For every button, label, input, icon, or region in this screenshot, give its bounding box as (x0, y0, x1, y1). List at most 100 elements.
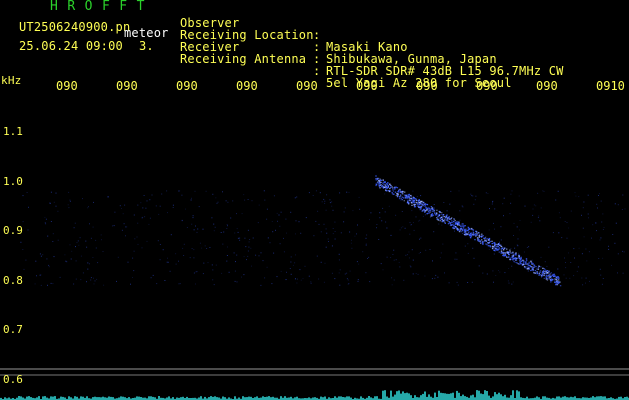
noise-pixel (357, 224, 358, 226)
noise-pixel (415, 273, 417, 274)
noise-pixel (458, 190, 460, 192)
meteor-pixel (509, 249, 511, 251)
noise-pixel (347, 279, 349, 281)
signal-strength-baseline (0, 390, 629, 400)
noise-pixel (621, 209, 623, 210)
meteor-pixel (512, 254, 514, 256)
meteor-pixel (554, 280, 556, 282)
noise-pixel (95, 247, 97, 249)
noise-pixel (77, 240, 79, 242)
noise-pixel (142, 207, 144, 209)
time-tick-label: 090 (56, 79, 78, 93)
noise-pixel (499, 271, 501, 273)
meteor-pixel (421, 210, 423, 212)
noise-pixel (381, 220, 383, 222)
meteor-pixel (529, 265, 531, 267)
noise-pixel (144, 216, 146, 218)
noise-pixel (395, 214, 397, 216)
meteor-pixel (526, 259, 528, 261)
noise-pixel (327, 238, 329, 240)
noise-pixel (248, 246, 250, 248)
meteor-pixel (553, 273, 556, 275)
noise-pixel (244, 237, 246, 239)
meteor-pixel (518, 256, 520, 258)
meteor-pixel (415, 201, 417, 203)
meteor-pixel (513, 253, 515, 255)
noise-pixel (459, 210, 461, 212)
noise-pixel (565, 267, 567, 269)
meteor-pixel (431, 207, 433, 209)
noise-pixel (276, 212, 278, 214)
baseline-bar (256, 396, 258, 400)
baseline-bar (404, 393, 406, 400)
time-tick-label: 0910 (596, 79, 625, 93)
baseline-bar (510, 395, 512, 400)
meteor-pixel (487, 239, 490, 241)
meteor-pixel (502, 249, 505, 251)
noise-pixel (45, 223, 47, 225)
noise-pixel (581, 253, 583, 255)
noise-pixel (164, 280, 166, 281)
meteor-pixel (446, 218, 448, 220)
noise-pixel (581, 214, 582, 216)
baseline-bar (158, 396, 160, 400)
noise-pixel (328, 241, 329, 242)
meteor-pixel (484, 237, 486, 239)
noise-pixel (411, 210, 413, 212)
baseline-bar (518, 391, 520, 400)
meteor-pixel (387, 186, 389, 188)
meteor-pixel (399, 188, 401, 190)
meteor-pixel (511, 255, 513, 257)
noise-pixel (457, 284, 459, 286)
noise-pixel (546, 265, 548, 267)
meteor-pixel (558, 282, 560, 284)
meteor-pixel (541, 273, 544, 275)
noise-pixel (494, 208, 496, 210)
baseline-bar (38, 396, 40, 400)
noise-pixel (623, 251, 625, 253)
meteor-pixel (520, 263, 523, 265)
noise-pixel (59, 276, 61, 278)
noise-pixel (252, 237, 254, 239)
noise-pixel (280, 211, 282, 213)
noise-pixel (226, 260, 228, 262)
noise-pixel (574, 257, 575, 259)
meteor-pixel (463, 226, 465, 228)
noise-pixel (316, 255, 318, 257)
meteor-pixel (472, 232, 475, 234)
meteor-pixel (381, 186, 383, 188)
baseline-bar (482, 394, 484, 400)
meteor-pixel (526, 267, 528, 269)
noise-pixel (510, 248, 512, 250)
baseline-bar (500, 394, 502, 400)
noise-pixel (74, 222, 76, 224)
noise-pixel (558, 212, 560, 214)
meteor-pixel (479, 241, 481, 243)
meteor-pixel (428, 212, 430, 214)
noise-pixel (159, 205, 161, 207)
meteor-pixel (439, 211, 441, 213)
meteor-pixel (382, 187, 385, 189)
noise-pixel (295, 233, 296, 235)
noise-pixel (566, 237, 568, 239)
baseline-bar (214, 396, 216, 400)
noise-pixel (418, 253, 420, 254)
noise-pixel (299, 269, 301, 271)
noise-pixel (461, 232, 463, 234)
baseline-bar (502, 396, 504, 400)
baseline-bar (408, 393, 410, 400)
noise-pixel (591, 237, 592, 239)
noise-pixel (196, 271, 198, 273)
meteor-pixel (416, 203, 419, 205)
baseline-bar (444, 393, 446, 400)
noise-pixel (398, 262, 400, 263)
baseline-bar (492, 396, 494, 400)
noise-pixel (310, 281, 312, 283)
meteor-pixel (503, 255, 506, 257)
noise-pixel (471, 281, 473, 283)
meteor-pixel (535, 266, 537, 268)
baseline-bar (284, 396, 286, 400)
noise-pixel (380, 263, 382, 265)
noise-pixel (191, 223, 193, 225)
noise-pixel (329, 202, 331, 204)
